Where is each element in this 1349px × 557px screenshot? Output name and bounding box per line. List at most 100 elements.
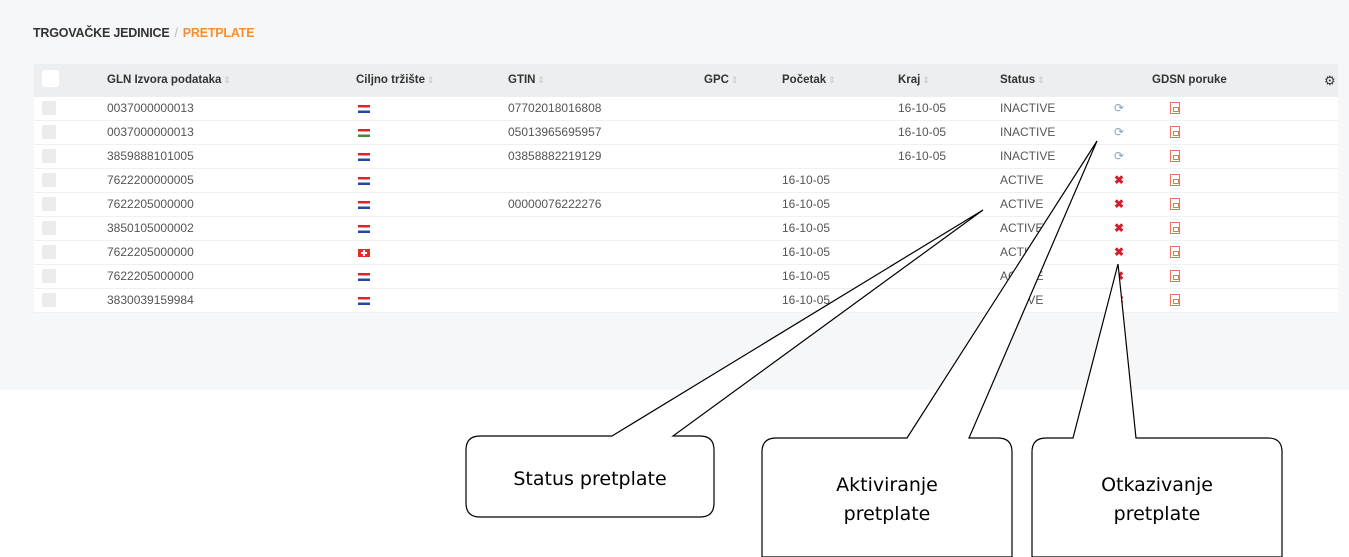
breadcrumb-parent[interactable]: TRGOVAČKE JEDINICE <box>33 26 170 40</box>
pdf-icon[interactable] <box>1170 294 1180 306</box>
status-badge: INACTIVE <box>1000 149 1056 163</box>
close-icon[interactable]: ✖ <box>1114 169 1124 192</box>
row-checkbox[interactable] <box>42 293 56 307</box>
status-badge: ACTIVE <box>1000 245 1044 259</box>
cell-gln: 0037000000013 <box>107 125 194 139</box>
sort-icon: ⇕ <box>1037 75 1045 85</box>
flag-hr-icon <box>358 273 370 281</box>
sort-icon: ⇕ <box>427 75 435 85</box>
row-checkbox[interactable] <box>42 125 56 139</box>
status-badge: ACTIVE <box>1000 221 1044 235</box>
sort-icon: ⇕ <box>922 75 930 85</box>
cell-end: 16-10-05 <box>898 125 947 139</box>
flag-hr-icon <box>358 225 370 233</box>
column-header-start[interactable]: Početak ⇕ <box>782 64 836 97</box>
row-checkbox[interactable] <box>42 173 56 187</box>
table-row[interactable]: 3859888101005 03858882219129 16-10-05 INACT… <box>34 145 1338 169</box>
cell-end: 16-10-05 <box>898 149 947 163</box>
cell-start: 16-10-05 <box>782 173 831 187</box>
sort-icon: ⇕ <box>828 75 836 85</box>
select-all-checkbox[interactable] <box>42 70 59 87</box>
column-header-market[interactable]: Ciljno tržište ⇕ <box>356 64 435 97</box>
breadcrumb-current: PRETPLATE <box>182 26 255 40</box>
cell-gln: 7622205000000 <box>107 269 194 283</box>
flag-hu-icon <box>358 129 370 137</box>
row-checkbox[interactable] <box>42 197 56 211</box>
table-row[interactable]: 7622200000005 16-10-05 ACTIVE ✖ <box>34 169 1338 193</box>
cell-start: 16-10-05 <box>782 293 831 307</box>
flag-hr-icon <box>358 153 370 161</box>
subscriptions-table: GLN Izvora podataka ⇕ Ciljno tržište ⇕ GTI… <box>34 64 1338 313</box>
content-panel: TRGOVAČKE JEDINICE / PRETPLATE GLN Izvora … <box>0 0 1349 390</box>
row-checkbox[interactable] <box>42 221 56 235</box>
cell-start: 16-10-05 <box>782 269 831 283</box>
cell-start: 16-10-05 <box>782 245 831 259</box>
breadcrumb-separator: / <box>174 26 178 40</box>
cell-gtin: 07702018016808 <box>508 101 602 115</box>
table-row[interactable]: 7622205000000 00000076222276 16-10-05 ACTIV… <box>34 193 1338 217</box>
row-checkbox[interactable] <box>42 149 56 163</box>
cell-gln: 3850105000002 <box>107 221 194 235</box>
status-badge: ACTIVE <box>1000 269 1044 283</box>
pdf-icon[interactable] <box>1170 270 1180 282</box>
close-icon[interactable]: ✖ <box>1114 265 1124 288</box>
table-row[interactable]: 3850105000002 16-10-05 ACTIVE ✖ <box>34 217 1338 241</box>
status-badge: ACTIVE <box>1000 293 1044 307</box>
row-checkbox[interactable] <box>42 269 56 283</box>
callout-activate-label-line2: pretplate <box>844 503 931 525</box>
table-row[interactable]: 7622205000000 16-10-05 ACTIVE ✖ <box>34 265 1338 289</box>
flag-hr-icon <box>358 105 370 113</box>
cell-gtin: 05013965695957 <box>508 125 602 139</box>
cell-end: 16-10-05 <box>898 101 947 115</box>
column-header-gdsn: GDSN poruke <box>1152 74 1227 86</box>
table-row[interactable]: 0037000000013 05013965695957 16-10-05 INACT… <box>34 121 1338 145</box>
cell-gln: 3830039159984 <box>107 293 194 307</box>
cell-gln: 7622200000005 <box>107 173 194 187</box>
close-icon[interactable]: ✖ <box>1114 289 1124 312</box>
sort-icon: ⇕ <box>537 75 546 85</box>
sort-icon: ⇕ <box>730 75 739 85</box>
pdf-icon[interactable] <box>1170 150 1180 162</box>
flag-hr-icon <box>358 177 370 185</box>
row-checkbox[interactable] <box>42 245 56 259</box>
column-header-end[interactable]: Kraj ⇕ <box>898 64 930 97</box>
cell-gln: 3859888101005 <box>107 149 194 163</box>
flag-hr-icon <box>358 201 370 209</box>
row-checkbox[interactable] <box>42 101 56 115</box>
cell-gtin: 03858882219129 <box>508 149 602 163</box>
table-row[interactable]: 3830039159984 16-10-05 ACTIVE ✖ <box>34 289 1338 313</box>
table-body: 0037000000013 07702018016808 16-10-05 INACT… <box>34 97 1338 313</box>
pdf-icon[interactable] <box>1170 126 1180 138</box>
refresh-icon[interactable]: ⟳ <box>1114 97 1124 120</box>
pdf-icon[interactable] <box>1170 222 1180 234</box>
status-badge: INACTIVE <box>1000 125 1056 139</box>
pdf-icon[interactable] <box>1170 102 1180 114</box>
status-badge: ACTIVE <box>1000 197 1044 211</box>
close-icon[interactable]: ✖ <box>1114 217 1124 240</box>
pdf-icon[interactable] <box>1170 246 1180 258</box>
table-row[interactable]: 0037000000013 07702018016808 16-10-05 INACT… <box>34 97 1338 121</box>
breadcrumb: TRGOVAČKE JEDINICE / PRETPLATE <box>33 26 255 40</box>
pdf-icon[interactable] <box>1170 198 1180 210</box>
cell-start: 16-10-05 <box>782 197 831 211</box>
refresh-icon[interactable]: ⟳ <box>1114 121 1124 144</box>
close-icon[interactable]: ✖ <box>1114 193 1124 216</box>
column-header-status[interactable]: Status ⇕ <box>1000 64 1045 97</box>
column-header-gtin[interactable]: GTIN ⇕ <box>508 64 545 97</box>
close-icon[interactable]: ✖ <box>1114 241 1124 264</box>
table-row[interactable]: 7622205000000 16-10-05 ACTIVE ✖ <box>34 241 1338 265</box>
column-header-gpc[interactable]: GPC ⇕ <box>704 64 738 97</box>
gear-icon[interactable]: ⚙ <box>1324 64 1336 97</box>
status-badge: INACTIVE <box>1000 101 1056 115</box>
table-header: GLN Izvora podataka ⇕ Ciljno tržište ⇕ GTI… <box>34 64 1338 97</box>
cell-gln: 7622205000000 <box>107 197 194 211</box>
callout-activate-label-line1: Aktiviranje <box>836 474 938 496</box>
status-badge: ACTIVE <box>1000 173 1044 187</box>
pdf-icon[interactable] <box>1170 174 1180 186</box>
flag-hr-icon <box>358 297 370 305</box>
refresh-icon[interactable]: ⟳ <box>1114 145 1124 168</box>
cell-start: 16-10-05 <box>782 221 831 235</box>
callout-status-label: Status pretplate <box>513 468 666 490</box>
column-header-gln[interactable]: GLN Izvora podataka ⇕ <box>107 64 231 97</box>
flag-ch-icon <box>358 249 370 257</box>
